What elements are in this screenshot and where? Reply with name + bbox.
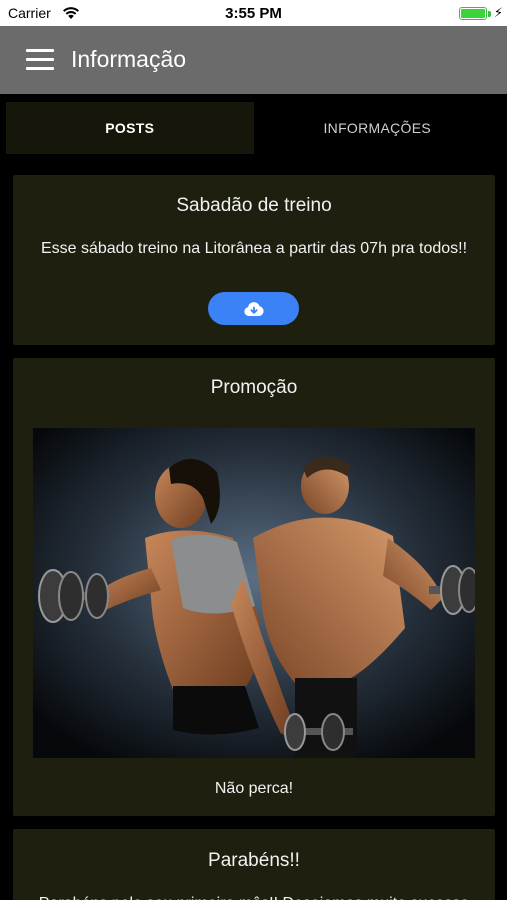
tab-bar: POSTS INFORMAÇÕES bbox=[6, 102, 501, 154]
post-card: Parabéns!! Parabéns pelo seu primeiro mê… bbox=[13, 829, 495, 900]
post-text: Esse sábado treino na Litorânea a partir… bbox=[40, 240, 468, 257]
post-title: Parabéns!! bbox=[208, 850, 300, 871]
post-title: Promoção bbox=[210, 377, 298, 398]
battery-icon bbox=[459, 7, 487, 20]
post-title: Sabadão de treino bbox=[176, 195, 332, 216]
tab-posts[interactable]: POSTS bbox=[6, 102, 254, 154]
clock: 3:55 PM bbox=[225, 5, 282, 22]
charging-icon: ⚡ bbox=[493, 5, 503, 20]
cloud-download-icon bbox=[243, 301, 264, 316]
post-card: Promoção Não perca! bbox=[13, 358, 495, 816]
tab-informacoes[interactable]: INFORMAÇÕES bbox=[254, 102, 502, 154]
promo-photo bbox=[33, 428, 475, 758]
page-title: Informação bbox=[71, 46, 187, 72]
post-text: Não perca! bbox=[214, 780, 294, 797]
post-card: Sabadão de treino Esse sábado treino na … bbox=[13, 175, 495, 345]
download-button[interactable] bbox=[208, 292, 299, 325]
app-bar: Informação bbox=[0, 26, 507, 94]
hamburger-menu-icon[interactable] bbox=[26, 49, 54, 71]
battery-cap bbox=[488, 11, 491, 17]
status-bar: Carrier 3:55 PM ⚡ bbox=[0, 0, 507, 26]
post-text: Parabéns pelo seu primeiro mês!! Desejam… bbox=[33, 891, 475, 900]
